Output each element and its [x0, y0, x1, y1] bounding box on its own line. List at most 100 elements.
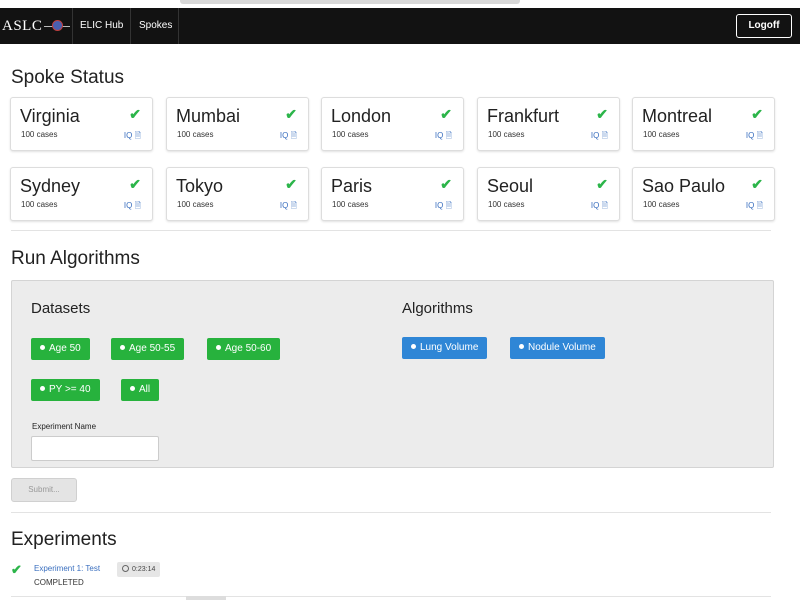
dataset-tag-age-50-60[interactable]: Age 50-60	[207, 338, 281, 360]
spoke-name: Frankfurt	[487, 106, 560, 126]
dataset-tag-py-40[interactable]: PY >= 40	[31, 379, 100, 401]
spoke-name: Paris	[331, 176, 373, 196]
spoke-card: London ✔ 100 cases IQ 🗎	[321, 97, 464, 151]
iq-report-link[interactable]: IQ 🗎	[435, 130, 452, 144]
cut-off-element	[186, 596, 226, 600]
algorithms-label: Algorithms	[402, 300, 473, 317]
brand-logo[interactable]: ASLC	[0, 8, 71, 44]
bullet-icon	[216, 345, 221, 350]
spoke-name: Montreal	[642, 106, 713, 126]
bullet-icon	[411, 344, 416, 349]
spoke-card: Tokyo ✔ 100 cases IQ 🗎	[166, 167, 309, 221]
spoke-cases: 100 cases	[177, 200, 214, 209]
document-icon: 🗎	[756, 201, 763, 210]
brand-emblem-icon	[44, 19, 71, 33]
check-icon: ✔	[440, 106, 452, 122]
check-icon: ✔	[596, 106, 608, 122]
spoke-cases: 100 cases	[21, 130, 58, 139]
run-algorithms-panel: Datasets Algorithms Age 50 Age 50-55 Age…	[11, 280, 774, 468]
nav-item-elic-hub[interactable]: ELIC Hub	[72, 8, 131, 44]
submit-button[interactable]: Submit...	[11, 478, 77, 502]
iq-report-link[interactable]: IQ 🗎	[124, 200, 141, 214]
datasets-label: Datasets	[31, 300, 91, 317]
iq-report-link[interactable]: IQ 🗎	[280, 130, 297, 144]
navbar: ASLC ELIC Hub Spokes Logoff	[0, 8, 800, 44]
document-icon: 🗎	[290, 201, 297, 210]
spoke-cases: 100 cases	[21, 200, 58, 209]
iq-report-link[interactable]: IQ 🗎	[435, 200, 452, 214]
algorithm-tag-lung-volume[interactable]: Lung Volume	[402, 337, 488, 359]
section-divider	[11, 230, 771, 231]
check-icon: ✔	[751, 106, 763, 122]
brand-text: ASLC	[2, 17, 43, 34]
spoke-cases: 100 cases	[643, 130, 680, 139]
check-icon: ✔	[440, 176, 452, 192]
iq-report-link[interactable]: IQ 🗎	[124, 130, 141, 144]
iq-report-link[interactable]: IQ 🗎	[591, 200, 608, 214]
experiment-link[interactable]: Experiment 1: Test	[34, 564, 100, 573]
section-divider	[11, 596, 771, 597]
spoke-card: Paris ✔ 100 cases IQ 🗎	[321, 167, 464, 221]
document-icon: 🗎	[601, 131, 608, 140]
spoke-cases: 100 cases	[488, 130, 525, 139]
experiment-status: COMPLETED	[34, 578, 84, 587]
iq-report-link[interactable]: IQ 🗎	[280, 200, 297, 214]
spoke-name: Tokyo	[176, 176, 224, 196]
algorithm-tag-nodule-volume[interactable]: Nodule Volume	[510, 337, 605, 359]
spoke-cases: 100 cases	[332, 200, 369, 209]
bullet-icon	[519, 344, 524, 349]
spoke-cases: 100 cases	[177, 130, 214, 139]
bullet-icon	[40, 386, 45, 391]
spoke-card: Seoul ✔ 100 cases IQ 🗎	[477, 167, 620, 221]
bullet-icon	[120, 345, 125, 350]
spoke-card: Virginia ✔ 100 cases IQ 🗎	[10, 97, 153, 151]
spoke-name: Sydney	[20, 176, 81, 196]
spoke-cases: 100 cases	[643, 200, 680, 209]
spoke-name: Mumbai	[176, 106, 241, 126]
document-icon: 🗎	[134, 131, 141, 140]
iq-report-link[interactable]: IQ 🗎	[746, 200, 763, 214]
bullet-icon	[40, 345, 45, 350]
document-icon: 🗎	[601, 201, 608, 210]
spoke-name: Seoul	[487, 176, 534, 196]
bullet-icon	[130, 386, 135, 391]
spoke-name: Virginia	[20, 106, 80, 126]
nav-item-spokes[interactable]: Spokes	[131, 8, 180, 44]
spoke-name: Sao Paulo	[642, 176, 726, 196]
check-icon: ✔	[596, 176, 608, 192]
document-icon: 🗎	[445, 201, 452, 210]
spoke-cases: 100 cases	[332, 130, 369, 139]
document-icon: 🗎	[445, 131, 452, 140]
iq-report-link[interactable]: IQ 🗎	[591, 130, 608, 144]
logoff-button[interactable]: Logoff	[736, 14, 792, 38]
dataset-tag-all[interactable]: All	[121, 379, 160, 401]
dataset-tag-age-50-55[interactable]: Age 50-55	[111, 338, 185, 360]
document-icon: 🗎	[290, 131, 297, 140]
check-icon: ✔	[129, 106, 141, 122]
experiments-title: Experiments	[11, 529, 117, 550]
check-icon: ✔	[11, 562, 22, 577]
spoke-status-title: Spoke Status	[11, 67, 125, 88]
experiment-duration-badge: 0:23:14	[117, 562, 161, 577]
experiment-name-label: Experiment Name	[32, 422, 97, 431]
check-icon: ✔	[285, 106, 297, 122]
iq-report-link[interactable]: IQ 🗎	[746, 130, 763, 144]
run-algorithms-title: Run Algorithms	[11, 248, 140, 269]
experiment-name-input[interactable]	[31, 436, 159, 461]
browser-top-strip	[0, 0, 800, 8]
document-icon: 🗎	[756, 131, 763, 140]
spoke-card: Frankfurt ✔ 100 cases IQ 🗎	[477, 97, 620, 151]
dataset-tag-age-50[interactable]: Age 50	[31, 338, 90, 360]
spoke-card: Sydney ✔ 100 cases IQ 🗎	[10, 167, 153, 221]
check-icon: ✔	[751, 176, 763, 192]
spoke-card: Montreal ✔ 100 cases IQ 🗎	[632, 97, 775, 151]
section-divider	[11, 512, 771, 513]
check-icon: ✔	[129, 176, 141, 192]
document-icon: 🗎	[134, 201, 141, 210]
check-icon: ✔	[285, 176, 297, 192]
clock-icon	[122, 565, 129, 572]
spoke-cases: 100 cases	[488, 200, 525, 209]
spoke-card: Sao Paulo ✔ 100 cases IQ 🗎	[632, 167, 775, 221]
spoke-card: Mumbai ✔ 100 cases IQ 🗎	[166, 97, 309, 151]
spoke-name: London	[331, 106, 392, 126]
